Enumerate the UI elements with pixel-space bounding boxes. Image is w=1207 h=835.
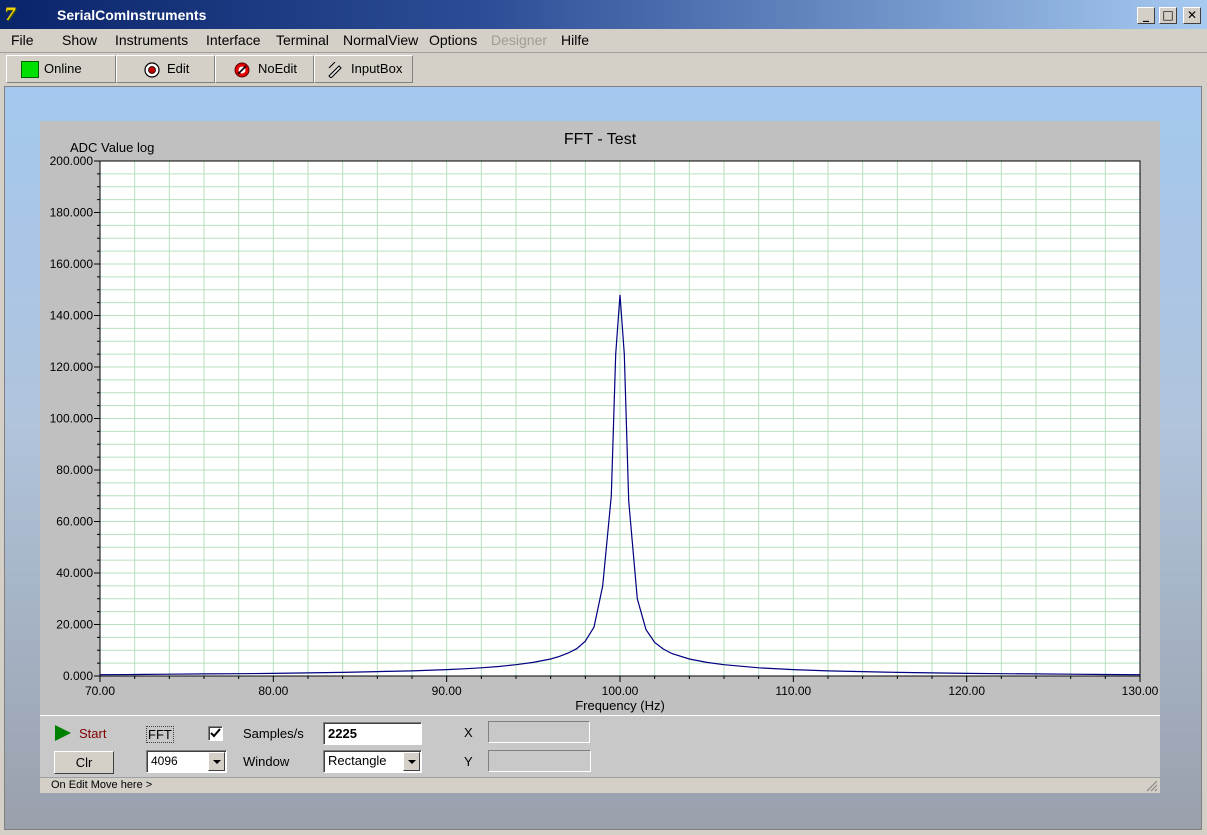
fft-checkbox[interactable] [208, 726, 223, 741]
y-tick-label: 0.000 [63, 669, 93, 683]
minimize-button[interactable]: _ [1137, 7, 1155, 24]
online-button[interactable]: Online [6, 55, 116, 83]
menu-show[interactable]: Show [62, 31, 97, 49]
y-tick-label: 120.000 [50, 360, 94, 374]
close-button[interactable]: ✕ [1183, 7, 1201, 24]
play-icon[interactable] [54, 724, 72, 742]
menu-interface[interactable]: Interface [206, 31, 260, 49]
menu-designer: Designer [491, 32, 548, 48]
y-axis-label: ADC Value log [70, 140, 154, 155]
x-tick-label: 70.00 [85, 684, 115, 698]
window-select-value: Rectangle [328, 753, 387, 768]
menu-options[interactable]: Options [429, 31, 477, 49]
status-text: On Edit Move here > [51, 779, 153, 791]
y-tick-label: 60.000 [56, 515, 93, 529]
menu-file[interactable]: File [11, 31, 34, 49]
y-tick-label: 40.000 [56, 566, 93, 580]
fft-label: FFT [146, 726, 174, 743]
menu-terminal[interactable]: Terminal [276, 31, 329, 49]
inputbox-icon [328, 62, 342, 78]
inputbox-label: InputBox [351, 61, 403, 76]
noedit-icon [234, 62, 250, 78]
maximize-button[interactable]: □ [1159, 7, 1177, 24]
chevron-down-icon[interactable] [208, 752, 225, 771]
samples-input[interactable] [323, 722, 422, 745]
close-icon: ✕ [1186, 8, 1198, 22]
window-title-bar[interactable]: 7 SerialComInstruments _ □ ✕ [0, 0, 1207, 30]
control-strip: Start Clr FFT 4096 Samples/s Window Rect… [40, 715, 1160, 777]
x-tick-label: 120.00 [948, 684, 985, 698]
x-axis-label: Frequency (Hz) [575, 698, 665, 713]
y-tick-label: 180.000 [50, 206, 94, 220]
fft-size-select[interactable]: 4096 [146, 750, 227, 773]
fft-chart[interactable]: 0.000 20.000 40.000 60.000 80.000 100.000 120.… [40, 121, 1160, 715]
fft-size-value: 4096 [151, 754, 178, 768]
menu-instruments[interactable]: Instruments [115, 31, 188, 49]
y-coord-field [488, 750, 591, 772]
start-button[interactable]: Start [79, 726, 106, 741]
edit-label: Edit [167, 61, 190, 76]
x-tick-label: 110.00 [775, 684, 811, 698]
y-tick-label: 160.000 [50, 257, 94, 271]
checkmark-icon [210, 728, 221, 738]
y-tick-label: 80.000 [56, 463, 93, 477]
clr-button[interactable]: Clr [54, 751, 114, 774]
y-coord-label: Y [464, 754, 473, 769]
y-tick-label: 100.000 [50, 412, 94, 426]
y-tick-label: 140.000 [50, 309, 94, 323]
window-label: Window [243, 754, 290, 769]
x-tick-label: 100.00 [602, 684, 639, 698]
chevron-down-icon[interactable] [403, 752, 420, 771]
chart-panel: FFT - Test 0.000 20.000 40.000 60.000 80.000… [40, 121, 1160, 715]
online-label: Online [44, 61, 82, 76]
menu-hilfe[interactable]: Hilfe [561, 31, 589, 49]
window-select[interactable]: Rectangle [323, 750, 422, 773]
status-bar[interactable]: On Edit Move here > [40, 777, 1160, 793]
x-tick-label: 130.00 [1122, 684, 1159, 698]
y-tick-label: 200.000 [50, 154, 94, 168]
menu-bar: File Show Instruments Interface Terminal… [0, 30, 1207, 52]
noedit-label: NoEdit [258, 61, 298, 76]
samples-label: Samples/s [243, 726, 304, 741]
edit-button[interactable]: Edit [116, 55, 215, 83]
online-indicator-icon [21, 61, 39, 78]
minimize-icon: _ [1143, 8, 1149, 22]
menu-normalview[interactable]: NormalView [343, 31, 418, 49]
resize-grip-icon[interactable] [1146, 780, 1158, 792]
inputbox-button[interactable]: InputBox [314, 55, 413, 83]
app-logo-icon[interactable]: 7 [4, 5, 26, 25]
edit-icon [144, 62, 160, 78]
window-title: SerialComInstruments [57, 7, 207, 23]
y-tick-label: 20.000 [56, 618, 93, 632]
x-tick-label: 80.00 [258, 684, 288, 698]
noedit-button[interactable]: NoEdit [215, 55, 314, 83]
toolbar: Online Edit NoEdit InputBox [0, 52, 1207, 86]
x-coord-label: X [464, 725, 473, 740]
x-tick-label: 90.00 [432, 684, 462, 698]
x-coord-field [488, 721, 590, 743]
maximize-icon: □ [1162, 8, 1174, 22]
